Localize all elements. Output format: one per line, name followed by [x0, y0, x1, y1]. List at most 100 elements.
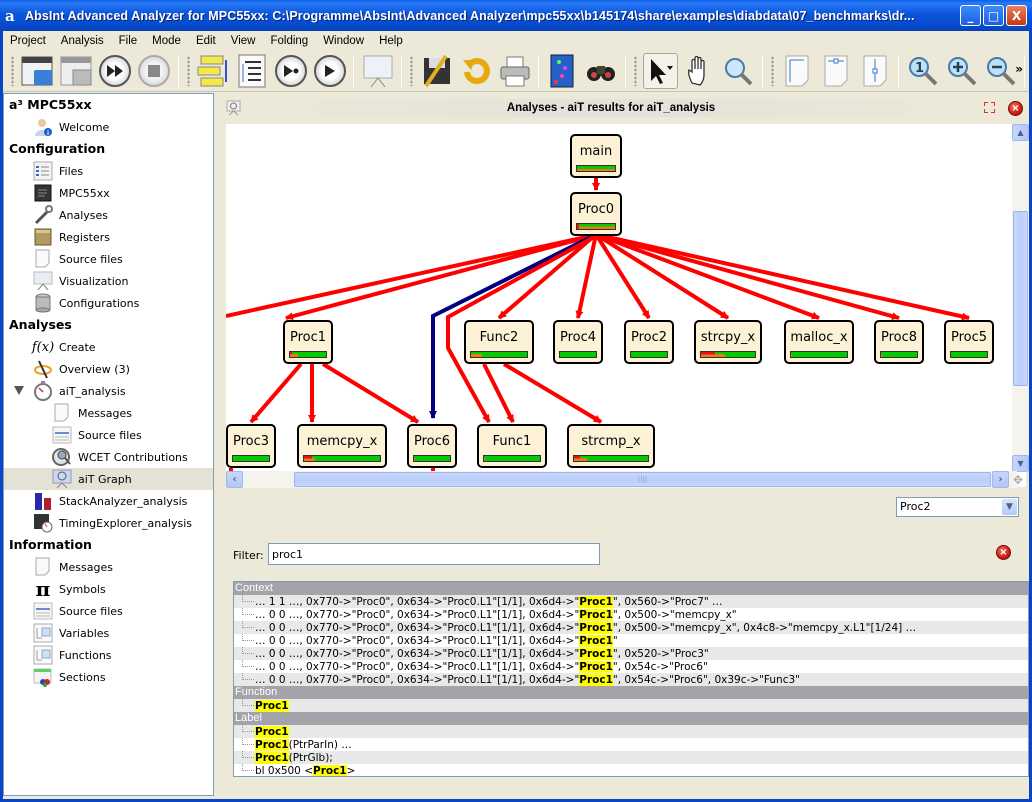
filter-input[interactable] — [268, 543, 600, 565]
call-edge-func2-to-strcmp-x[interactable] — [502, 362, 603, 424]
close-button[interactable]: X — [1006, 5, 1027, 26]
sidebar-item-sections[interactable]: Sections — [4, 666, 213, 688]
graph-horizontal-scrollbar[interactable]: ‹ |||| › — [226, 471, 1017, 488]
graph-node-proc1[interactable]: Proc1 — [283, 320, 333, 364]
pan-tool-button[interactable] — [682, 53, 717, 89]
sidebar-item-visualization[interactable]: Visualization — [4, 270, 213, 292]
sidebar-item-timingexplorer[interactable]: TimingExplorer_analysis — [4, 512, 213, 534]
results-group-header[interactable]: Function — [234, 686, 1028, 699]
results-row[interactable]: Proc1(PtrParIn) … — [234, 738, 1028, 751]
run-all-button[interactable] — [98, 53, 133, 89]
results-row[interactable]: Proc1 — [234, 699, 1028, 712]
magnify-tool-button[interactable] — [721, 53, 756, 89]
sidebar-item-mpc55xx[interactable]: MPC55xx — [4, 182, 213, 204]
menu-view[interactable]: View — [231, 35, 256, 47]
edit-save-button[interactable] — [419, 53, 454, 89]
sidebar-item-variables[interactable]: Variables — [4, 622, 213, 644]
book-button[interactable] — [545, 53, 580, 89]
graph-node-malloc-x[interactable]: malloc_x — [784, 320, 854, 364]
graph-node-func2[interactable]: Func2 — [464, 320, 534, 364]
call-edge-proc0-to-offscreen-left[interactable] — [226, 235, 587, 318]
scroll-down-button[interactable]: ▼ — [1012, 455, 1029, 472]
fit-width-button[interactable] — [818, 53, 853, 89]
sidebar-item-info-messages[interactable]: Messages — [4, 556, 213, 578]
sidebar-item-configurations[interactable]: Configurations — [4, 292, 213, 314]
toolbar-grip[interactable] — [410, 55, 414, 86]
graph-node-func1[interactable]: Func1 — [477, 424, 547, 468]
toolbar-grip[interactable] — [770, 55, 774, 86]
toolbar-overflow-button[interactable]: » — [1015, 62, 1023, 76]
sidebar-item-ait-source-files[interactable]: Source files — [4, 424, 213, 446]
results-row[interactable]: Proc1 — [234, 725, 1028, 738]
graph-node-strcpy-x[interactable]: strcpy_x — [694, 320, 762, 364]
sidebar-item-registers[interactable]: Registers — [4, 226, 213, 248]
open-project-button[interactable] — [20, 53, 55, 89]
menu-window[interactable]: Window — [323, 35, 364, 47]
sidebar-item-source-files-config[interactable]: Source files — [4, 248, 213, 270]
minimize-button[interactable]: _ — [960, 5, 981, 26]
sidebar-item-files[interactable]: Files — [4, 160, 213, 182]
horizontal-scroll-thumb[interactable]: |||| — [294, 472, 991, 487]
sidebar-item-symbols[interactable]: π Symbols — [4, 577, 213, 601]
maximize-panel-icon[interactable] — [983, 101, 996, 114]
scroll-left-button[interactable]: ‹ — [226, 471, 243, 488]
menu-mode[interactable]: Mode — [152, 35, 181, 47]
graph-node-proc6[interactable]: Proc6 — [407, 424, 457, 468]
menu-help[interactable]: Help — [379, 35, 403, 47]
results-row[interactable]: … 1 1 …, 0x770->"Proc0", 0x634->"Proc0.L… — [234, 595, 1028, 608]
graph-node-strcmp-x[interactable]: strcmp_x — [567, 424, 655, 468]
results-row[interactable]: … 0 0 …, 0x770->"Proc0", 0x634->"Proc0.L… — [234, 647, 1028, 660]
print-button[interactable] — [497, 53, 532, 89]
results-group-header[interactable]: Context — [234, 582, 1028, 595]
graph-node-proc8[interactable]: Proc8 — [874, 320, 924, 364]
toolbar-grip[interactable] — [11, 55, 14, 86]
sidebar-item-ait-graph[interactable]: aiT Graph — [4, 468, 213, 490]
sidebar-item-create[interactable]: f(x) Create — [4, 336, 213, 358]
sidebar-item-functions[interactable]: Functions — [4, 644, 213, 666]
graph-node-proc4[interactable]: Proc4 — [553, 320, 603, 364]
scroll-right-button[interactable]: › — [992, 471, 1009, 488]
graph-node-proc3[interactable]: Proc3 — [226, 424, 276, 468]
navigate-corner-icon[interactable]: ✥ — [1011, 473, 1025, 487]
call-edge-proc0-to-proc1[interactable] — [285, 235, 589, 321]
run-button[interactable] — [312, 53, 347, 89]
results-row[interactable]: bl 0x500 <Proc1> — [234, 764, 1028, 776]
function-select[interactable]: Proc2 ▼ — [896, 497, 1019, 517]
results-row[interactable]: Proc1(PtrGlb); — [234, 751, 1028, 764]
sidebar-item-ait-analysis[interactable]: aiT_analysis — [4, 380, 213, 402]
close-panel-button[interactable]: × — [1008, 101, 1023, 116]
zoom-out-button[interactable] — [983, 53, 1018, 89]
graph-node-proc2[interactable]: Proc2 — [624, 320, 674, 364]
call-edge-proc1-to-proc6[interactable] — [321, 362, 420, 424]
fit-page-button[interactable] — [780, 53, 815, 89]
vertical-scroll-thumb[interactable] — [1013, 211, 1028, 386]
call-graph-button[interactable] — [196, 53, 231, 89]
presentation-button[interactable] — [360, 53, 395, 89]
zoom-in-button[interactable] — [944, 53, 979, 89]
call-graph-canvas[interactable]: main Proc0 Proc1 Func2 Proc4 Proc2 strcpy_x mal… — [226, 124, 1026, 487]
results-row[interactable]: … 0 0 …, 0x770->"Proc0", 0x634->"Proc0.L… — [234, 634, 1028, 647]
sidebar-item-analyses-config[interactable]: Analyses — [4, 204, 213, 226]
tree-view-button[interactable] — [235, 53, 270, 89]
graph-node-memcpy-x[interactable]: memcpy_x — [297, 424, 387, 468]
menu-project[interactable]: Project — [10, 35, 46, 47]
graph-node-proc5[interactable]: Proc5 — [944, 320, 994, 364]
results-row[interactable]: … 0 0 …, 0x770->"Proc0", 0x634->"Proc0.L… — [234, 608, 1028, 621]
fit-height-button[interactable] — [857, 53, 892, 89]
toolbar-grip[interactable] — [186, 55, 190, 86]
menu-analysis[interactable]: Analysis — [61, 35, 104, 47]
run-step-button[interactable] — [273, 53, 308, 89]
call-edge-proc1-to-proc3[interactable] — [249, 362, 303, 424]
reload-button[interactable] — [458, 53, 493, 89]
call-edge-func2-to-func1[interactable] — [482, 363, 515, 423]
sidebar-item-info-source-files[interactable]: Source files — [4, 600, 213, 622]
zoom-reset-button[interactable]: 1 — [905, 53, 940, 89]
maximize-button[interactable]: □ — [983, 5, 1004, 26]
menu-file[interactable]: File — [119, 35, 138, 47]
menu-folding[interactable]: Folding — [270, 35, 308, 47]
graph-node-proc0[interactable]: Proc0 — [570, 192, 622, 236]
sidebar-item-wcet-contributions[interactable]: WCET Contributions — [4, 446, 213, 468]
stop-button[interactable] — [137, 53, 172, 89]
scroll-up-button[interactable]: ▲ — [1012, 124, 1029, 141]
menu-edit[interactable]: Edit — [196, 35, 216, 47]
